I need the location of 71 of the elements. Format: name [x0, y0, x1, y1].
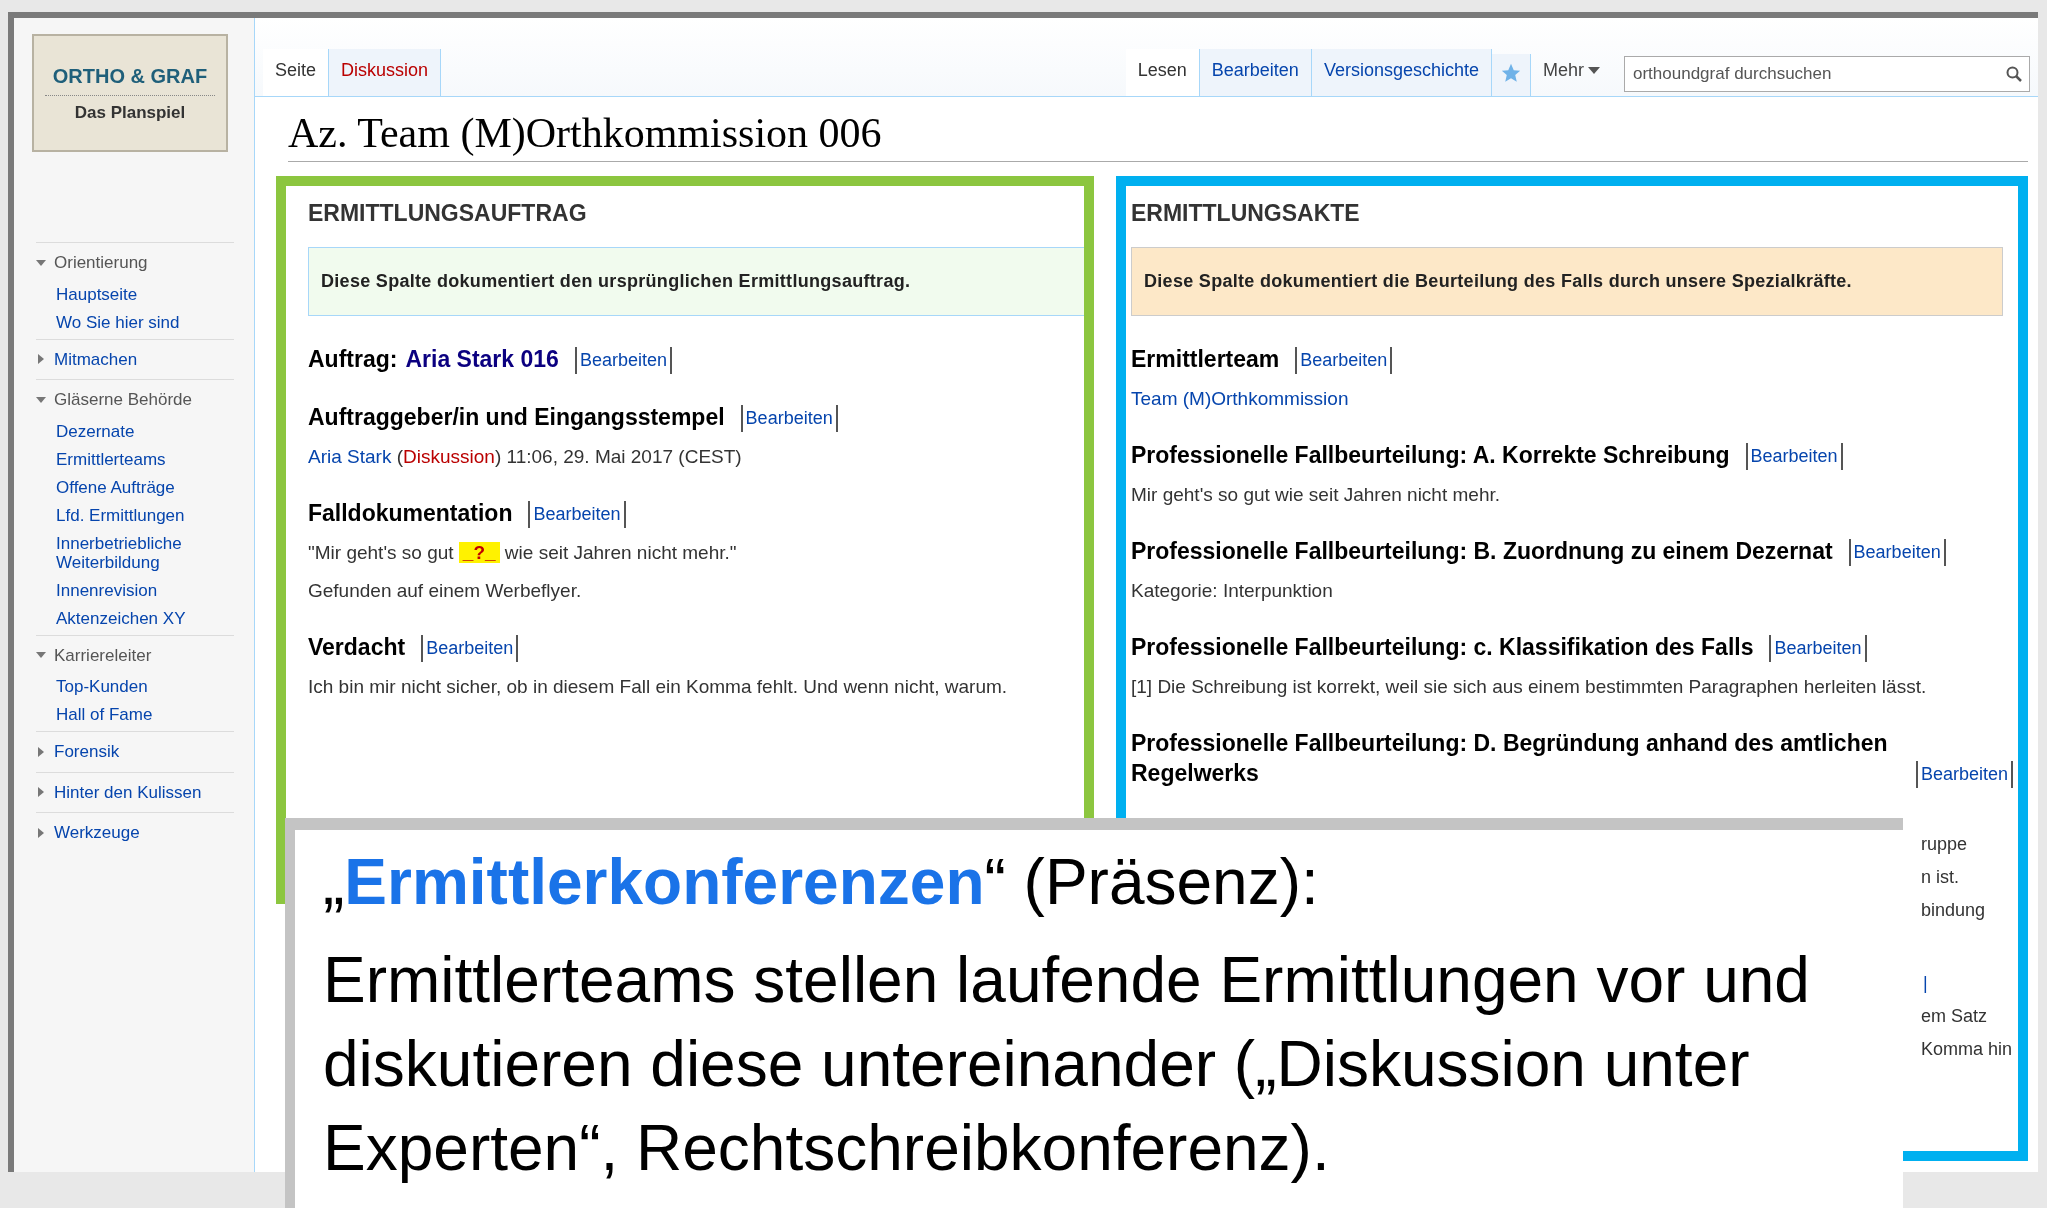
sidebar-item[interactable]: Innerbetriebliche Weiterbildung	[56, 533, 234, 572]
sidebar-item[interactable]: Hauptseite	[56, 284, 234, 304]
body-text: [1] Die Schreibung ist korrekt, weil sie sich aus einem bestimmten Paragraphen herleiten lässt.	[1131, 674, 1928, 699]
panel-title: ERMITTLUNGSAUFTRAG	[308, 199, 588, 228]
callout-title: „Ermittlerkonferenzen“ (Präsenz):	[323, 845, 1320, 920]
logo-subtitle: Das Planspiel	[74, 101, 186, 124]
tab[interactable]: Diskussion	[329, 49, 442, 96]
tab[interactable]: Lesen	[1125, 49, 1200, 96]
body-text: ruppe	[1921, 833, 1968, 854]
link[interactable]: Aria Stark	[308, 445, 392, 467]
sidebar-item[interactable]: Aktenzeichen XY	[56, 608, 234, 628]
section-heading: Auftraggeber/in und Eingangsstempel	[308, 402, 725, 432]
sidebar-item[interactable]: Wo Sie hier sind	[56, 312, 234, 332]
link[interactable]: Team (M)Orthkommission	[1131, 387, 1349, 409]
sidebar-item[interactable]: Ermittlerteams	[56, 449, 234, 469]
section-heading: Verdacht	[308, 632, 406, 662]
sidebar-item[interactable]: Hall of Fame	[56, 705, 234, 724]
sidebar-item[interactable]: Top-Kunden	[56, 677, 234, 696]
body-text: "Mir geht's so gut _?_ wie seit Jahren nicht mehr."	[308, 540, 738, 565]
notice-box: Diese Spalte dokumentiert die Beurteilung des Falls durch unsere Spezialkräfte.	[1131, 246, 2003, 316]
sidebar-item[interactable]: Dezernate	[56, 421, 234, 441]
body-text: n ist.	[1921, 866, 1959, 887]
notice-box: Diese Spalte dokumentiert den ursprünglichen Ermittlungsauftrag.	[308, 246, 1084, 316]
edit-link[interactable]: Bearbeiten	[1745, 442, 1843, 470]
tab[interactable]: Seite	[263, 49, 330, 96]
section-heading: Professionelle Fallbeurteilung: A. Korrekte Schreibung	[1131, 440, 1730, 470]
body-text: Kategorie: Interpunktion	[1131, 578, 1334, 603]
edit-link[interactable]: Bearbeiten	[421, 634, 519, 662]
page-title: Az. Team (M)Orthkommission 006	[288, 97, 2028, 162]
callout-text: Ermittlerteams stellen laufende Ermittlungen vor und diskutieren diese untereinander („Diskussion unter Experten“, Rechtschreibkonferenz).	[323, 943, 1811, 1186]
sidebar-item[interactable]: Innenrevision	[56, 580, 234, 600]
section-heading: Auftrag: Aria Stark 016	[308, 344, 559, 374]
body-text: Komma hin	[1921, 1038, 2013, 1059]
sidebar-heading[interactable]: Werkzeuge	[36, 820, 140, 846]
sidebar-heading[interactable]: Mitmachen	[36, 346, 138, 372]
edit-link[interactable]: Bearbeiten	[574, 346, 672, 374]
search-icon[interactable]	[2006, 66, 2022, 82]
section-heading: Professionelle Fallbeurteilung: B. Zuordnung zu einem Dezernat	[1131, 536, 1833, 566]
section-heading: Falldokumentation	[308, 498, 513, 528]
heading-link[interactable]: Aria Stark 016	[405, 345, 559, 372]
sidebar-item[interactable]: Offene Aufträge	[56, 477, 234, 497]
section-heading: Professionelle Fallbeurteilung: c. Klassifikation des Falls	[1131, 632, 1754, 662]
section-heading: Professionelle Fallbeurteilung: D. Begründung anhand des amtlichen Regelwerks	[1131, 728, 1889, 788]
tab[interactable]: Versionsgeschichte	[1311, 49, 1492, 96]
body-text: bindung	[1921, 899, 1986, 920]
body-text: Gefunden auf einem Werbeflyer.	[308, 578, 583, 603]
search-field[interactable]: orthoundgraf durchsuchen	[1624, 56, 2030, 92]
link[interactable]: |	[1921, 972, 1930, 993]
edit-link[interactable]: Bearbeiten	[1295, 346, 1393, 374]
body-text: Ich bin mir nicht sicher, ob in diesem Fall ein Komma fehlt. Und wenn nicht, warum.	[308, 674, 1009, 699]
edit-link[interactable]: Bearbeiten	[1848, 538, 1946, 566]
panel-title: ERMITTLUNGSAKTE	[1131, 199, 1361, 228]
body-text: Aria Stark (Diskussion) 11:06, 29. Mai 2017 (CEST)	[308, 444, 743, 469]
logo-title: ORTHO & GRAF	[44, 60, 216, 96]
more-menu[interactable]: Mehr	[1531, 49, 1612, 96]
edit-link[interactable]: Bearbeiten	[740, 404, 838, 432]
body-text: Mir geht's so gut wie seit Jahren nicht mehr.	[1131, 482, 1501, 507]
tab[interactable]: Bearbeiten	[1199, 49, 1312, 96]
sidebar-heading[interactable]: Karriereleiter	[36, 642, 152, 668]
sidebar-heading[interactable]: Hinter den Kulissen	[36, 779, 202, 805]
sidebar-heading[interactable]: Forensik	[36, 739, 120, 765]
caret-down-icon	[1588, 66, 1600, 75]
sidebar-item[interactable]: Lfd. Ermittlungen	[56, 505, 234, 525]
edit-link[interactable]: Bearbeiten	[528, 500, 626, 528]
edit-link[interactable]: Bearbeiten	[1915, 760, 2013, 788]
body-text: em Satz	[1921, 1005, 1988, 1026]
edit-link[interactable]: Bearbeiten	[1769, 634, 1867, 662]
section-heading: Ermittlerteam	[1131, 344, 1280, 374]
link[interactable]: Diskussion	[403, 445, 495, 467]
sidebar-heading[interactable]: Orientierung	[36, 250, 148, 276]
sidebar-heading[interactable]: Gläserne Behörde	[36, 387, 192, 413]
